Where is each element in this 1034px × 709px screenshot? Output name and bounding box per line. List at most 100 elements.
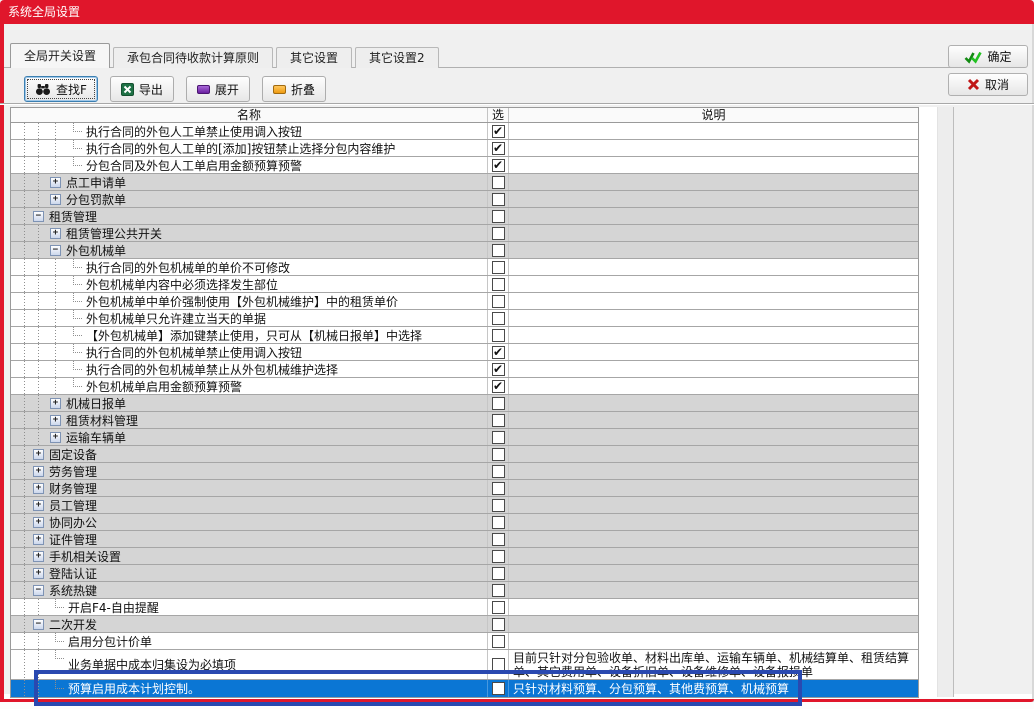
- table-row[interactable]: +员工管理: [11, 497, 918, 514]
- table-row[interactable]: 执行合同的外包人工单禁止使用调入按钮✔: [11, 123, 918, 140]
- table-row[interactable]: +运输车辆单: [11, 429, 918, 446]
- table-row[interactable]: −二次开发: [11, 616, 918, 633]
- expand-plus-icon[interactable]: +: [33, 534, 44, 545]
- expand-plus-icon[interactable]: +: [33, 500, 44, 511]
- row-checkbox[interactable]: ✔: [492, 142, 505, 155]
- table-row[interactable]: −外包机械单: [11, 242, 918, 259]
- tab-other-settings[interactable]: 其它设置: [276, 47, 352, 68]
- title-bar[interactable]: 系统全局设置: [0, 0, 1034, 24]
- table-row[interactable]: −系统热键: [11, 582, 918, 599]
- expand-plus-icon[interactable]: +: [50, 194, 61, 205]
- row-checkbox[interactable]: [492, 193, 505, 206]
- table-row[interactable]: +点工申请单: [11, 174, 918, 191]
- tree-guide-line: [38, 395, 39, 411]
- row-checkbox[interactable]: [492, 244, 505, 257]
- table-row[interactable]: +租赁管理公共开关: [11, 225, 918, 242]
- expand-plus-icon[interactable]: +: [50, 228, 61, 239]
- expand-plus-icon[interactable]: +: [33, 517, 44, 528]
- table-row[interactable]: −租赁管理: [11, 208, 918, 225]
- export-button[interactable]: 导出: [110, 76, 174, 102]
- row-name-cell: 预算启用成本计划控制。: [11, 680, 487, 697]
- row-checkbox[interactable]: [492, 312, 505, 325]
- table-row[interactable]: +机械日报单: [11, 395, 918, 412]
- expand-plus-icon[interactable]: +: [50, 432, 61, 443]
- table-row[interactable]: +固定设备: [11, 446, 918, 463]
- table-row[interactable]: +证件管理: [11, 531, 918, 548]
- row-check-cell: [487, 446, 509, 462]
- table-row[interactable]: 启用分包计价单: [11, 633, 918, 650]
- row-checkbox[interactable]: ✔: [492, 380, 505, 393]
- expand-plus-icon[interactable]: +: [33, 568, 44, 579]
- row-checkbox[interactable]: [492, 682, 505, 695]
- table-vertical-scrollbar[interactable]: [937, 107, 954, 697]
- row-checkbox[interactable]: [492, 397, 505, 410]
- expand-plus-icon[interactable]: +: [33, 483, 44, 494]
- row-checkbox[interactable]: [492, 176, 505, 189]
- expand-button[interactable]: 展开: [186, 76, 250, 102]
- table-row[interactable]: 外包机械单中单价强制使用【外包机械维护】中的租赁单价: [11, 293, 918, 310]
- table-row[interactable]: +财务管理: [11, 480, 918, 497]
- cancel-button[interactable]: 取消: [948, 73, 1028, 96]
- expand-plus-icon[interactable]: +: [50, 415, 61, 426]
- row-checkbox[interactable]: [492, 261, 505, 274]
- tab-other-settings-2[interactable]: 其它设置2: [355, 47, 439, 68]
- row-checkbox[interactable]: [492, 567, 505, 580]
- row-checkbox[interactable]: ✔: [492, 159, 505, 172]
- collapse-button[interactable]: 折叠: [262, 76, 326, 102]
- row-checkbox[interactable]: ✔: [492, 363, 505, 376]
- table-row[interactable]: 执行合同的外包机械单禁止使用调入按钮✔: [11, 344, 918, 361]
- table-row[interactable]: 分包合同及外包人工单启用金额预算预警✔: [11, 157, 918, 174]
- row-checkbox[interactable]: ✔: [492, 346, 505, 359]
- row-checkbox[interactable]: [492, 465, 505, 478]
- table-row[interactable]: +登陆认证: [11, 565, 918, 582]
- row-checkbox[interactable]: [492, 210, 505, 223]
- table-row[interactable]: 执行合同的外包人工单的[添加]按钮禁止选择分包内容维护✔: [11, 140, 918, 157]
- ok-button[interactable]: 确定: [948, 45, 1028, 68]
- tab-contract-receivable-rules[interactable]: 承包合同待收款计算原则: [113, 47, 273, 68]
- row-checkbox[interactable]: [492, 278, 505, 291]
- expand-plus-icon[interactable]: +: [33, 466, 44, 477]
- row-checkbox[interactable]: [492, 448, 505, 461]
- table-row[interactable]: 外包机械单只允许建立当天的单据: [11, 310, 918, 327]
- find-button[interactable]: 查找F: [24, 76, 98, 102]
- table-row[interactable]: +协同办公: [11, 514, 918, 531]
- expand-plus-icon[interactable]: +: [33, 551, 44, 562]
- expand-plus-icon[interactable]: +: [33, 449, 44, 460]
- tab-global-switch-settings[interactable]: 全局开关设置: [10, 43, 110, 68]
- table-row[interactable]: +劳务管理: [11, 463, 918, 480]
- row-checkbox[interactable]: [492, 516, 505, 529]
- table-row[interactable]: 执行合同的外包机械单禁止从外包机械维护选择✔: [11, 361, 918, 378]
- row-checkbox[interactable]: [492, 658, 505, 671]
- collapse-minus-icon[interactable]: −: [33, 619, 44, 630]
- table-row[interactable]: 外包机械单启用金额预算预警✔: [11, 378, 918, 395]
- table-row[interactable]: +手机相关设置: [11, 548, 918, 565]
- collapse-minus-icon[interactable]: −: [33, 585, 44, 596]
- row-checkbox[interactable]: [492, 601, 505, 614]
- table-row[interactable]: 【外包机械单】添加键禁止使用，只可从【机械日报单】中选择: [11, 327, 918, 344]
- row-checkbox[interactable]: [492, 550, 505, 563]
- row-checkbox[interactable]: [492, 533, 505, 546]
- table-row[interactable]: 业务单据中成本归集设为必填项目前只针对分包验收单、材料出库单、运输车辆单、机械结…: [11, 650, 918, 680]
- table-row[interactable]: +分包罚款单: [11, 191, 918, 208]
- row-checkbox[interactable]: [492, 584, 505, 597]
- expand-plus-icon[interactable]: +: [50, 177, 61, 188]
- row-checkbox[interactable]: [492, 635, 505, 648]
- table-row[interactable]: +租赁材料管理: [11, 412, 918, 429]
- row-checkbox[interactable]: [492, 431, 505, 444]
- expand-plus-icon[interactable]: +: [50, 398, 61, 409]
- table-row[interactable]: 执行合同的外包机械单的单价不可修改: [11, 259, 918, 276]
- row-checkbox[interactable]: [492, 482, 505, 495]
- row-checkbox[interactable]: [492, 499, 505, 512]
- table-row[interactable]: 开启F4-自由提醒: [11, 599, 918, 616]
- row-check-cell: [487, 327, 509, 343]
- table-row[interactable]: 外包机械单内容中必须选择发生部位: [11, 276, 918, 293]
- row-checkbox[interactable]: [492, 227, 505, 240]
- row-checkbox[interactable]: [492, 329, 505, 342]
- row-checkbox[interactable]: [492, 295, 505, 308]
- row-checkbox[interactable]: [492, 414, 505, 427]
- collapse-minus-icon[interactable]: −: [33, 211, 44, 222]
- row-checkbox[interactable]: [492, 618, 505, 631]
- collapse-minus-icon[interactable]: −: [50, 245, 61, 256]
- table-row[interactable]: 预算启用成本计划控制。只针对材料预算、分包预算、其他费预算、机械预算: [11, 680, 918, 698]
- row-checkbox[interactable]: ✔: [492, 125, 505, 138]
